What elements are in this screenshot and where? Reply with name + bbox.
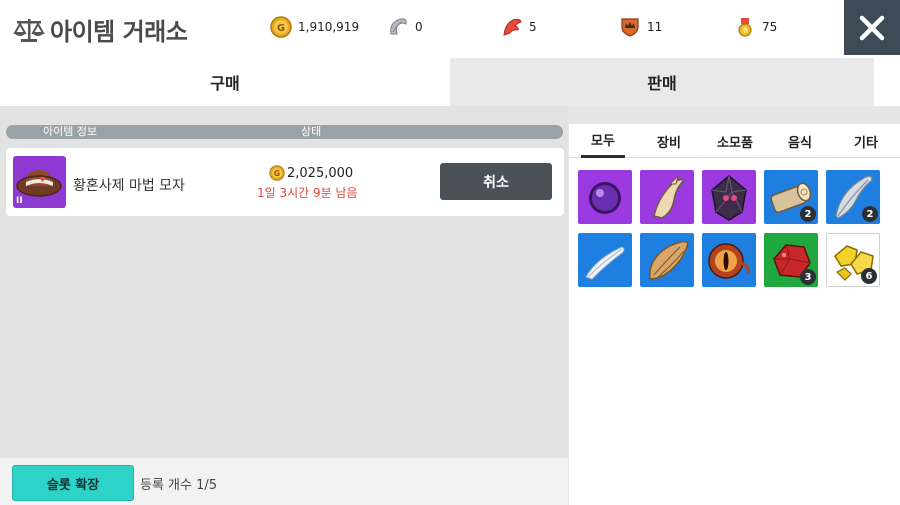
inventory-item[interactable] [702, 170, 756, 224]
category-tab-all[interactable]: 모두 [581, 124, 625, 158]
gold-amount: 1,910,919 [298, 20, 360, 34]
medal-icon [738, 18, 752, 37]
claw-icon [653, 174, 686, 219]
inventory-panel: 모두 장비 소모품 음식 기타 2 2 3 6 [569, 124, 900, 505]
currency-medal: 75 [734, 16, 777, 38]
medal-amount: 75 [762, 20, 778, 34]
crown-amount: 11 [647, 20, 663, 34]
svg-text:G: G [274, 169, 280, 178]
inventory-item[interactable] [702, 233, 756, 287]
category-tabs: 모두 장비 소모품 음식 기타 [569, 124, 900, 158]
category-tab-equipment[interactable]: 장비 [643, 124, 695, 158]
item-thumbnail[interactable]: II [13, 156, 66, 208]
inventory-item[interactable] [640, 170, 694, 224]
gold-coin-icon: G [270, 16, 292, 38]
silver-amount: 0 [415, 20, 423, 34]
tab-buy[interactable]: 구매 [0, 58, 450, 106]
close-button[interactable] [844, 0, 900, 55]
registration-count: 등록 개수 1/5 [140, 478, 218, 493]
wing-icon [649, 240, 689, 280]
cancel-button[interactable]: 취소 [440, 163, 552, 200]
eye-icon [708, 243, 750, 279]
header-bar: 아이템 거래소 G 1,910,919 0 5 11 75 [0, 0, 900, 58]
inventory-item[interactable]: 6 [826, 233, 880, 287]
purple-orb-icon [589, 182, 621, 214]
col-item-info: 아이템 정보 [43, 125, 98, 138]
item-name: 황혼사제 마법 모자 [73, 178, 185, 194]
feather-amount: 5 [529, 20, 537, 34]
col-status: 상태 [301, 125, 322, 138]
currency-crown: 11 [619, 16, 662, 38]
tab-sell[interactable]: 판매 [450, 58, 874, 106]
inventory-item[interactable]: 2 [764, 170, 818, 224]
crown-shield-icon [621, 18, 639, 37]
white-feather-icon [585, 246, 625, 280]
time-remaining: 1일 3시간 9분 남음 [257, 186, 358, 200]
currency-feather: 5 [501, 16, 537, 38]
thumb-grade-badge: II [16, 196, 23, 206]
close-icon [859, 15, 885, 40]
page-title: 아이템 거래소 [50, 18, 188, 46]
expand-slot-button[interactable]: 슬롯 확장 [12, 465, 134, 501]
inventory-item[interactable] [640, 233, 694, 287]
footer-bar: 슬롯 확장 등록 개수 1/5 [0, 458, 568, 505]
item-count-badge: 3 [800, 269, 816, 285]
inventory-item[interactable] [578, 233, 632, 287]
inventory-item[interactable]: 3 [764, 233, 818, 287]
item-price: G 2,025,000 [269, 165, 353, 181]
gold-coin-icon: G [269, 165, 285, 181]
item-count-badge: 2 [800, 206, 816, 222]
item-count-badge: 2 [862, 206, 878, 222]
category-tab-other[interactable]: 기타 [842, 124, 890, 158]
red-feather-icon [503, 18, 522, 36]
listing-row: II 황혼사제 마법 모자 G 2,025,000 1일 3시간 9분 남음 취… [6, 148, 564, 216]
currency-silver: 0 [387, 16, 423, 38]
title-group: 아이템 거래소 [12, 12, 188, 47]
dark-crystal-icon [711, 175, 747, 221]
silver-leaf-icon [390, 18, 407, 35]
price-value: 2,025,000 [287, 165, 354, 181]
svg-text:G: G [277, 23, 285, 34]
listing-panel: 아이템 정보 상태 II 황혼사제 마법 모자 G 2,025,000 1일 3… [0, 106, 568, 505]
inventory-item[interactable] [578, 170, 632, 224]
category-tab-consumables[interactable]: 소모품 [707, 124, 763, 158]
main-tabs: 구매 판매 [0, 58, 900, 106]
currency-gold: G 1,910,919 [270, 16, 359, 38]
tab-spacer [874, 58, 900, 106]
item-count-badge: 6 [861, 268, 877, 284]
scale-icon [13, 18, 45, 42]
list-header: 아이템 정보 상태 [6, 125, 563, 139]
category-tab-food[interactable]: 음식 [775, 124, 825, 158]
inventory-item[interactable]: 2 [826, 170, 880, 224]
